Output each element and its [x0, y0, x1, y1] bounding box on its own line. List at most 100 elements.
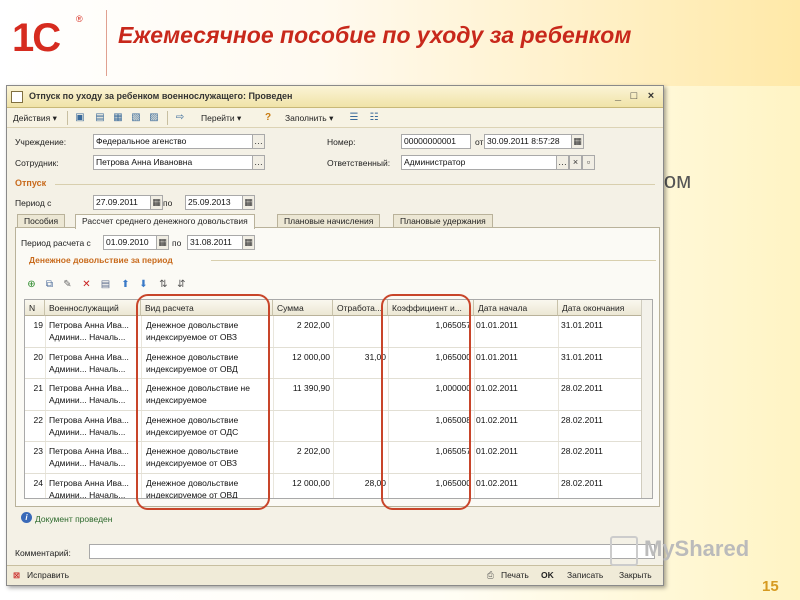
add-row-icon[interactable]: ⊕ [25, 278, 38, 291]
highlight-calc-type [136, 294, 270, 510]
calendar-icon[interactable]: ▦ [242, 195, 255, 210]
org-select-button[interactable]: … [252, 134, 265, 149]
table-cell-worked: 31,00 [364, 351, 386, 362]
edit-row-icon[interactable]: ✎ [61, 278, 74, 291]
table-cell-worked: 28,00 [364, 477, 386, 488]
table-cell-end: 28.02.2011 [561, 383, 603, 393]
print-icon: ⎙ [487, 570, 494, 580]
close-window-button[interactable]: × [644, 90, 658, 103]
post-icon[interactable]: ▦ [111, 111, 125, 125]
status-posted: Документ проведен [35, 514, 113, 524]
unpost-icon[interactable]: ▧ [129, 111, 143, 125]
watermark-text: MyShared [644, 536, 750, 561]
actions-menu[interactable]: Действия ▾ [13, 111, 57, 125]
col-header-worked[interactable]: Отработа... [333, 300, 388, 316]
fill-menu[interactable]: Заполнить ▾ [285, 111, 333, 125]
table-cell-emp1: Петрова Анна Ива... [49, 351, 129, 362]
ok-button[interactable]: OK [541, 570, 554, 580]
table-cell-emp2: Админи... Началь... [49, 426, 126, 437]
table-cell-emp2: Админи... Началь... [49, 332, 126, 342]
responsible-field[interactable]: Администратор [401, 155, 557, 170]
table-cell-n: 23 [33, 446, 43, 456]
copy-icon[interactable]: ▨ [147, 111, 161, 125]
edit-button[interactable]: Исправить [27, 570, 69, 580]
info-icon: i [21, 512, 32, 523]
period-from-label: Период с [15, 198, 52, 208]
add-icon[interactable]: ▣ [73, 111, 87, 125]
actions-label: Действия [13, 113, 51, 123]
responsible-select-button[interactable]: … [556, 155, 569, 170]
delete-row-icon[interactable]: ✕ [80, 278, 93, 291]
calendar-icon[interactable]: ▦ [571, 134, 584, 149]
goto-menu[interactable]: Перейти ▾ [201, 111, 241, 125]
move-down-icon[interactable]: ⬇ [137, 278, 150, 291]
fill-label: Заполнить [285, 113, 327, 123]
tab-average-allowance[interactable]: Рассчет среднего денежного довольствия [75, 214, 255, 229]
comment-field[interactable] [89, 544, 655, 559]
bottom-toolbar: ⊠ Исправить ⎙ Печать OK Записать Закрыть [7, 565, 663, 585]
calendar-icon[interactable]: ▦ [150, 195, 163, 210]
settings-list-icon[interactable]: ☷ [367, 111, 381, 125]
calendar-icon[interactable]: ▦ [156, 235, 169, 250]
document-icon [11, 91, 23, 103]
help-icon[interactable]: ? [261, 111, 275, 125]
comment-label: Комментарий: [15, 548, 71, 558]
table-cell-end: 28.02.2011 [561, 414, 603, 425]
responsible-label: Ответственный: [327, 158, 391, 168]
page-number: 15 [762, 578, 779, 595]
col-header-start-date[interactable]: Дата начала [474, 300, 558, 316]
save-icon[interactable]: ▤ [93, 111, 107, 125]
maximize-button[interactable]: □ [627, 90, 641, 103]
date-field[interactable]: 30.09.2011 8:57:28 [484, 134, 572, 149]
table-cell-emp2: Админи... Началь... [49, 489, 126, 499]
toolbar-separator [167, 111, 168, 125]
table-row[interactable]: 21 Петрова Анна Ива... Админи... Началь...… [25, 379, 642, 411]
move-up-icon[interactable]: ⬆ [119, 278, 132, 291]
print-button[interactable]: Печать [501, 570, 529, 580]
table-cell-emp1: Петрова Анна Ива... [49, 320, 129, 330]
col-header-end-date[interactable]: Дата окончания [558, 300, 643, 316]
table-row[interactable]: 22 Петрова Анна Ива... Админи... Началь...… [25, 411, 642, 442]
table-row[interactable]: 24 Петрова Анна Ива... Админи... Началь...… [25, 474, 642, 499]
period-to-label: по [163, 198, 173, 208]
org-field[interactable]: Федеральное агенство [93, 134, 253, 149]
table-cell-end: 28.02.2011 [561, 446, 603, 456]
col-header-employee[interactable]: Военнослужащий [45, 300, 141, 316]
table-cell-end: 28.02.2011 [561, 477, 603, 488]
list-icon[interactable]: ☰ [347, 111, 361, 125]
number-field[interactable]: 00000000001 [401, 134, 471, 149]
sort-asc-icon[interactable]: ⇅ [157, 278, 170, 291]
end-edit-icon[interactable]: ▤ [99, 278, 112, 291]
calc-period-to-field[interactable]: 31.08.2011 [187, 235, 243, 250]
period-to-field[interactable]: 25.09.2013 [185, 195, 243, 210]
calc-period-from-field[interactable]: 01.09.2010 [103, 235, 157, 250]
col-header-sum[interactable]: Сумма [273, 300, 333, 316]
document-window: Отпуск по уходу за ребенком военнослужащ… [6, 85, 664, 586]
logo-1c: 1С [12, 16, 61, 60]
save-button[interactable]: Записать [567, 570, 603, 580]
employee-select-button[interactable]: … [252, 155, 265, 170]
table-cell-end: 31.01.2011 [561, 320, 603, 330]
logo-registered-mark: ® [76, 14, 83, 24]
date-from-label: от [475, 137, 484, 147]
calendar-icon[interactable]: ▦ [242, 235, 255, 250]
copy-row-icon[interactable]: ⧉ [43, 278, 56, 291]
slide-title: Ежемесячное пособие по уходу за ребенком [118, 22, 632, 48]
col-header-n[interactable]: N [25, 300, 45, 316]
table-row[interactable]: 23 Петрова Анна Ива... Админи... Началь...… [25, 442, 642, 474]
minimize-button[interactable]: _ [611, 90, 625, 103]
clear-icon[interactable]: × [569, 155, 582, 170]
employee-field[interactable]: Петрова Анна Ивановна [93, 155, 253, 170]
table-cell-n: 21 [33, 383, 43, 393]
table-cell-start: 01.02.2011 [476, 477, 518, 488]
table-row[interactable]: 20 Петрова Анна Ива... Админи... Началь...… [25, 348, 642, 379]
structure-icon[interactable]: ⇨ [173, 111, 187, 125]
sort-desc-icon[interactable]: ⇵ [175, 278, 188, 291]
window-title: Отпуск по уходу за ребенком военнослужащ… [29, 91, 293, 101]
table-scrollbar[interactable] [641, 300, 652, 498]
table-row[interactable]: 19 Петрова Анна Ива... Админи... Началь...… [25, 316, 642, 348]
close-button[interactable]: Закрыть [619, 570, 652, 580]
table-cell-start: 01.02.2011 [476, 414, 518, 425]
open-icon[interactable]: ▫ [582, 155, 595, 170]
period-from-field[interactable]: 27.09.2011 [93, 195, 151, 210]
